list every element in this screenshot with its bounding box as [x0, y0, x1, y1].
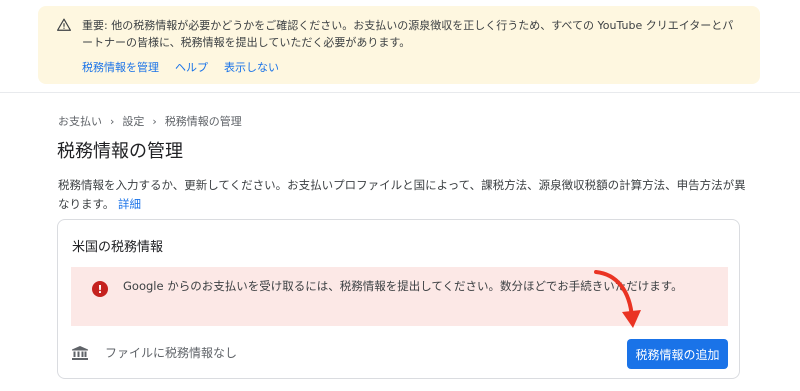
warning-banner: 重要: 他の税務情報が必要かどうかをご確認ください。お支払いの源泉徴収を正しく行…	[38, 6, 760, 84]
page-title: 税務情報の管理	[57, 141, 183, 162]
annotation-arrow-icon	[594, 270, 641, 328]
bank-icon	[72, 345, 88, 360]
add-tax-info-button[interactable]: 税務情報の追加	[627, 339, 728, 369]
manage-tax-info-link[interactable]: 税務情報を管理	[82, 59, 159, 75]
warning-icon	[57, 18, 71, 31]
breadcrumb-current: 税務情報の管理	[164, 115, 242, 128]
dismiss-link[interactable]: 表示しない	[224, 59, 279, 75]
card-title: 米国の税務情報	[72, 240, 164, 255]
banner-message: 重要: 他の税務情報が必要かどうかをご確認ください。お支払いの源泉徴収を正しく行…	[82, 19, 734, 49]
chevron-right-icon: ›	[110, 114, 115, 128]
breadcrumb-payments[interactable]: お支払い	[58, 113, 102, 129]
description-text: 税務情報を入力するか、更新してください。お支払いプロファイルと国によって、課税方…	[58, 178, 746, 211]
error-icon: !	[92, 281, 108, 297]
page-description: 税務情報を入力するか、更新してください。お支払いプロファイルと国によって、課税方…	[58, 176, 748, 214]
learn-more-link[interactable]: 詳細	[118, 197, 141, 211]
divider	[0, 92, 800, 93]
breadcrumb: お支払い › 設定 › 税務情報の管理	[58, 113, 242, 129]
chevron-right-icon: ›	[152, 114, 157, 128]
file-status-text: ファイルに税務情報なし	[105, 346, 238, 360]
file-status-row: ファイルに税務情報なし	[72, 344, 237, 361]
breadcrumb-settings[interactable]: 設定	[122, 113, 144, 129]
banner-actions: 税務情報を管理 ヘルプ 表示しない	[82, 59, 279, 75]
help-link[interactable]: ヘルプ	[175, 59, 208, 75]
